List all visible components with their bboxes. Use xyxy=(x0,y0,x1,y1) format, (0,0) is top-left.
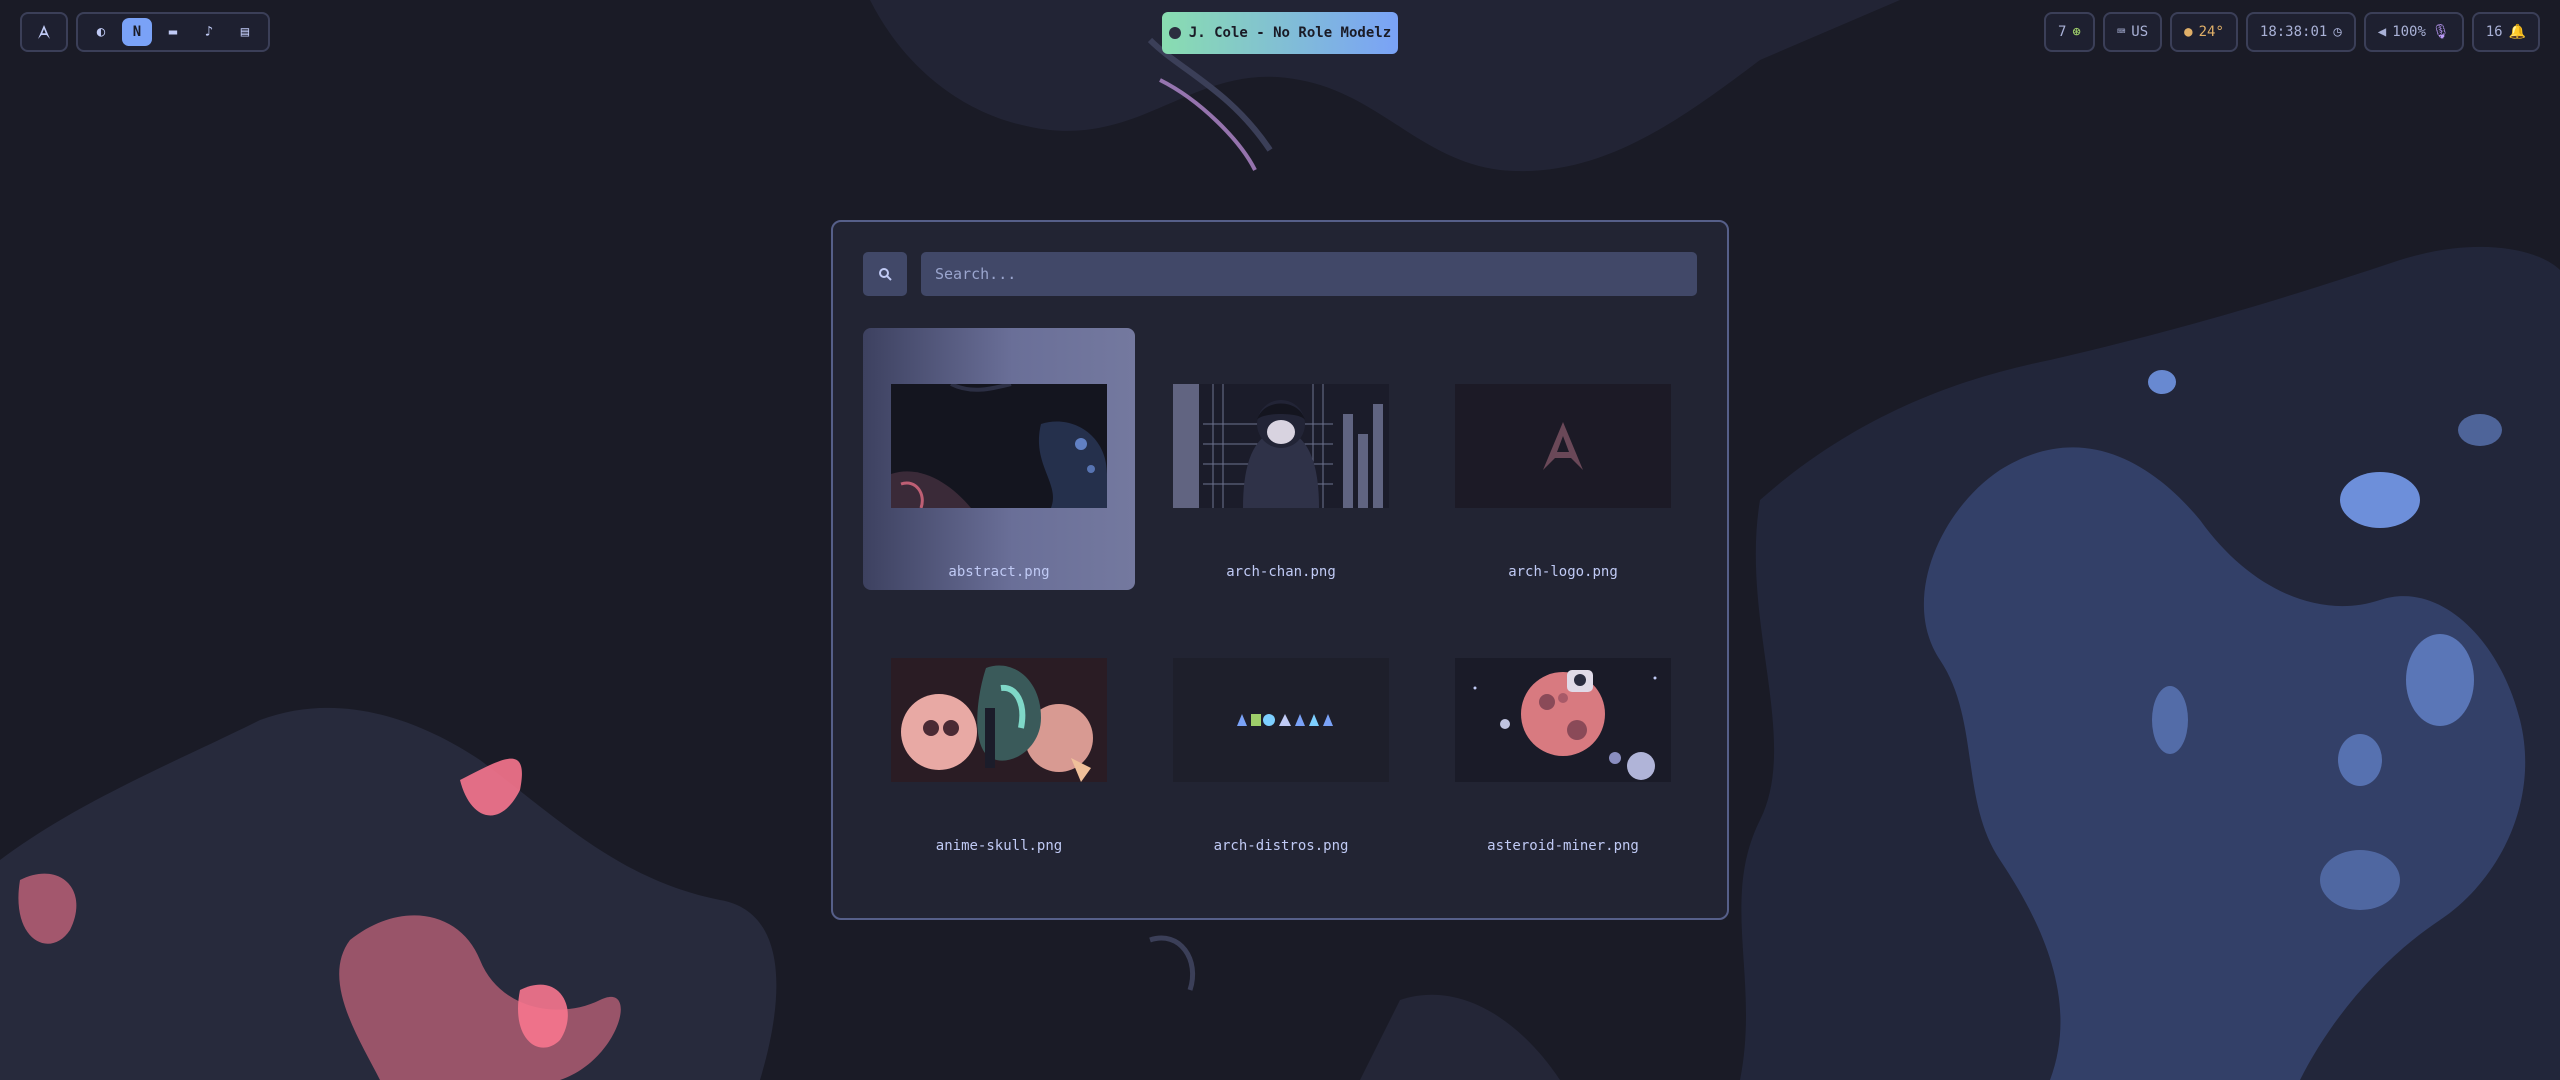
keyboard-layout-widget[interactable]: ⌨ US xyxy=(2102,12,2163,52)
weather-temp: 24° xyxy=(2198,24,2224,40)
wallpaper-item-arch-distros[interactable]: arch-distros.png xyxy=(1145,602,1417,864)
wallpaper-caption: anime-skull.png xyxy=(935,838,1063,854)
search-input[interactable] xyxy=(921,252,1697,296)
top-bar-left: ◐ N ▬ ♪ ▤ xyxy=(20,12,270,52)
search-row xyxy=(863,252,1697,296)
document-icon: ▤ xyxy=(240,24,250,40)
thumbnail-anime-skull xyxy=(891,658,1107,782)
keyboard-layout: US xyxy=(2131,24,2149,40)
clock-time: 18:38:01 xyxy=(2259,24,2328,40)
clock-widget[interactable]: 18:38:01 ◷ xyxy=(2245,12,2356,52)
wallpaper-item-arch-chan[interactable]: arch-chan.png xyxy=(1145,328,1417,590)
spotify-icon xyxy=(1168,27,1181,39)
sun-icon: ● xyxy=(2184,24,2193,40)
notifications-count: 16 xyxy=(2485,24,2503,40)
updates-count: 7 xyxy=(2057,24,2067,40)
wallpaper-item-abstract[interactable]: abstract.png xyxy=(863,328,1135,590)
thumbnail-arch-chan xyxy=(1173,384,1389,508)
thumbnail-arch-distros xyxy=(1173,658,1389,782)
thumbnail-asteroid-miner xyxy=(1455,658,1671,782)
thumbnail-arch-logo xyxy=(1455,384,1671,508)
notifications-widget[interactable]: 16 🔔 xyxy=(2471,12,2540,52)
bell-icon: 🔔 xyxy=(2508,24,2526,40)
wallpaper-caption: abstract.png xyxy=(948,564,1050,580)
wallpaper-item-arch-logo[interactable]: arch-logo.png xyxy=(1427,328,1699,590)
speaker-icon: ◀ xyxy=(2377,24,2387,40)
wallpaper-caption: arch-distros.png xyxy=(1213,838,1349,854)
wallpaper-item-asteroid-miner[interactable]: asteroid-miner.png xyxy=(1427,602,1699,864)
microphone-icon: 🎙 xyxy=(2431,24,2450,40)
wallpaper-caption: asteroid-miner.png xyxy=(1487,838,1639,854)
globe-icon: ◐ xyxy=(96,24,106,40)
wallpaper-picker-dialog: abstract.png xyxy=(831,220,1729,920)
workspace-1-button[interactable]: ◐ xyxy=(86,18,116,46)
arch-logo-icon xyxy=(38,25,50,39)
updates-widget[interactable]: 7 ⊛ xyxy=(2043,12,2095,52)
volume-widget[interactable]: ◀ 100% 🎙 xyxy=(2363,12,2464,52)
top-bar-right: 7 ⊛ ⌨ US ● 24° 18:38:01 ◷ ◀ 100% 🎙 16 🔔 xyxy=(2043,12,2540,52)
now-playing-title: J. Cole - No Role Modelz xyxy=(1188,25,1392,41)
update-icon: ⊛ xyxy=(2072,24,2081,40)
folder-icon: ▬ xyxy=(168,24,178,40)
media-player-widget[interactable]: J. Cole - No Role Modelz xyxy=(1162,12,1398,54)
thumbnail-abstract xyxy=(891,384,1107,508)
search-icon xyxy=(879,268,892,281)
music-icon: ♪ xyxy=(204,24,214,40)
wallpaper-caption: arch-chan.png xyxy=(1226,564,1336,580)
neovim-icon: N xyxy=(132,24,142,40)
clock-icon: ◷ xyxy=(2333,24,2342,40)
workspace-5-button[interactable]: ▤ xyxy=(230,18,260,46)
keyboard-icon: ⌨ xyxy=(2116,24,2126,40)
app-launcher-button[interactable] xyxy=(20,12,68,52)
weather-widget[interactable]: ● 24° xyxy=(2170,12,2238,52)
workspace-3-button[interactable]: ▬ xyxy=(158,18,188,46)
workspace-2-button[interactable]: N xyxy=(122,18,152,46)
workspace-switcher: ◐ N ▬ ♪ ▤ xyxy=(76,12,270,52)
wallpaper-item-anime-skull[interactable]: anime-skull.png xyxy=(863,602,1135,864)
volume-level: 100% xyxy=(2392,24,2426,40)
search-button[interactable] xyxy=(863,252,907,296)
wallpaper-caption: arch-logo.png xyxy=(1508,564,1618,580)
workspace-4-button[interactable]: ♪ xyxy=(194,18,224,46)
